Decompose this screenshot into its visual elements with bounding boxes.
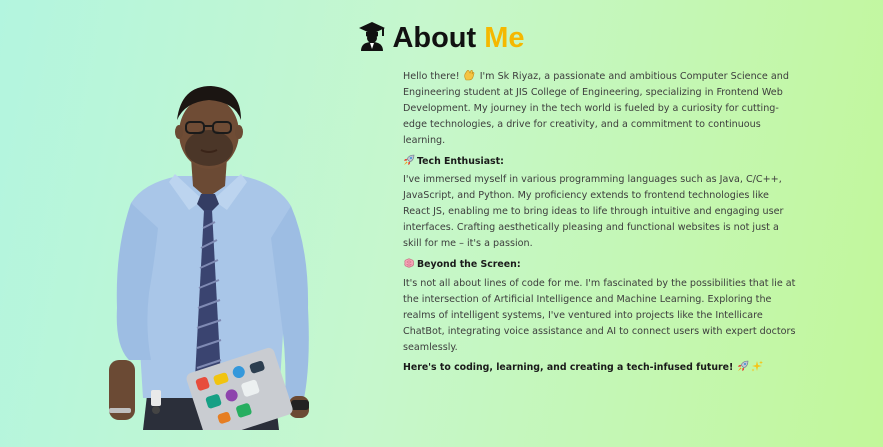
rocket-icon	[737, 361, 748, 372]
closing-line: Here's to coding, learning, and creating…	[403, 360, 798, 376]
section-heading: About Me	[0, 20, 883, 56]
about-content: Hello there! I'm Sk Riyaz, a passionate …	[403, 69, 798, 376]
closing-text: Here's to coding, learning, and creating…	[403, 362, 734, 374]
heading-main-text: About	[392, 22, 485, 54]
brain-icon	[404, 258, 414, 268]
intro-paragraph: Hello there! I'm Sk Riyaz, a passionate …	[403, 69, 798, 149]
tech-enthusiast-heading: Tech Enthusiast:	[403, 154, 798, 170]
wave-icon	[464, 70, 474, 81]
tech-enthusiast-title: Tech Enthusiast	[417, 155, 501, 167]
intro-text-start: Hello there!	[403, 71, 463, 82]
sparkles-icon	[751, 360, 763, 372]
tech-enthusiast-paragraph: I've immersed myself in various programm…	[403, 174, 784, 250]
beyond-screen-heading: Beyond the Screen:	[403, 257, 798, 273]
intro-text-rest: I'm Sk Riyaz, a passionate and ambitious…	[403, 71, 789, 146]
beyond-screen-paragraph: It's not all about lines of code for me.…	[403, 277, 796, 353]
profile-photo	[109, 86, 309, 430]
beyond-screen-title: Beyond the Screen	[417, 258, 517, 270]
graduate-icon	[359, 22, 386, 52]
heading-accent-text: Me	[484, 22, 525, 54]
rocket-icon	[404, 154, 415, 165]
